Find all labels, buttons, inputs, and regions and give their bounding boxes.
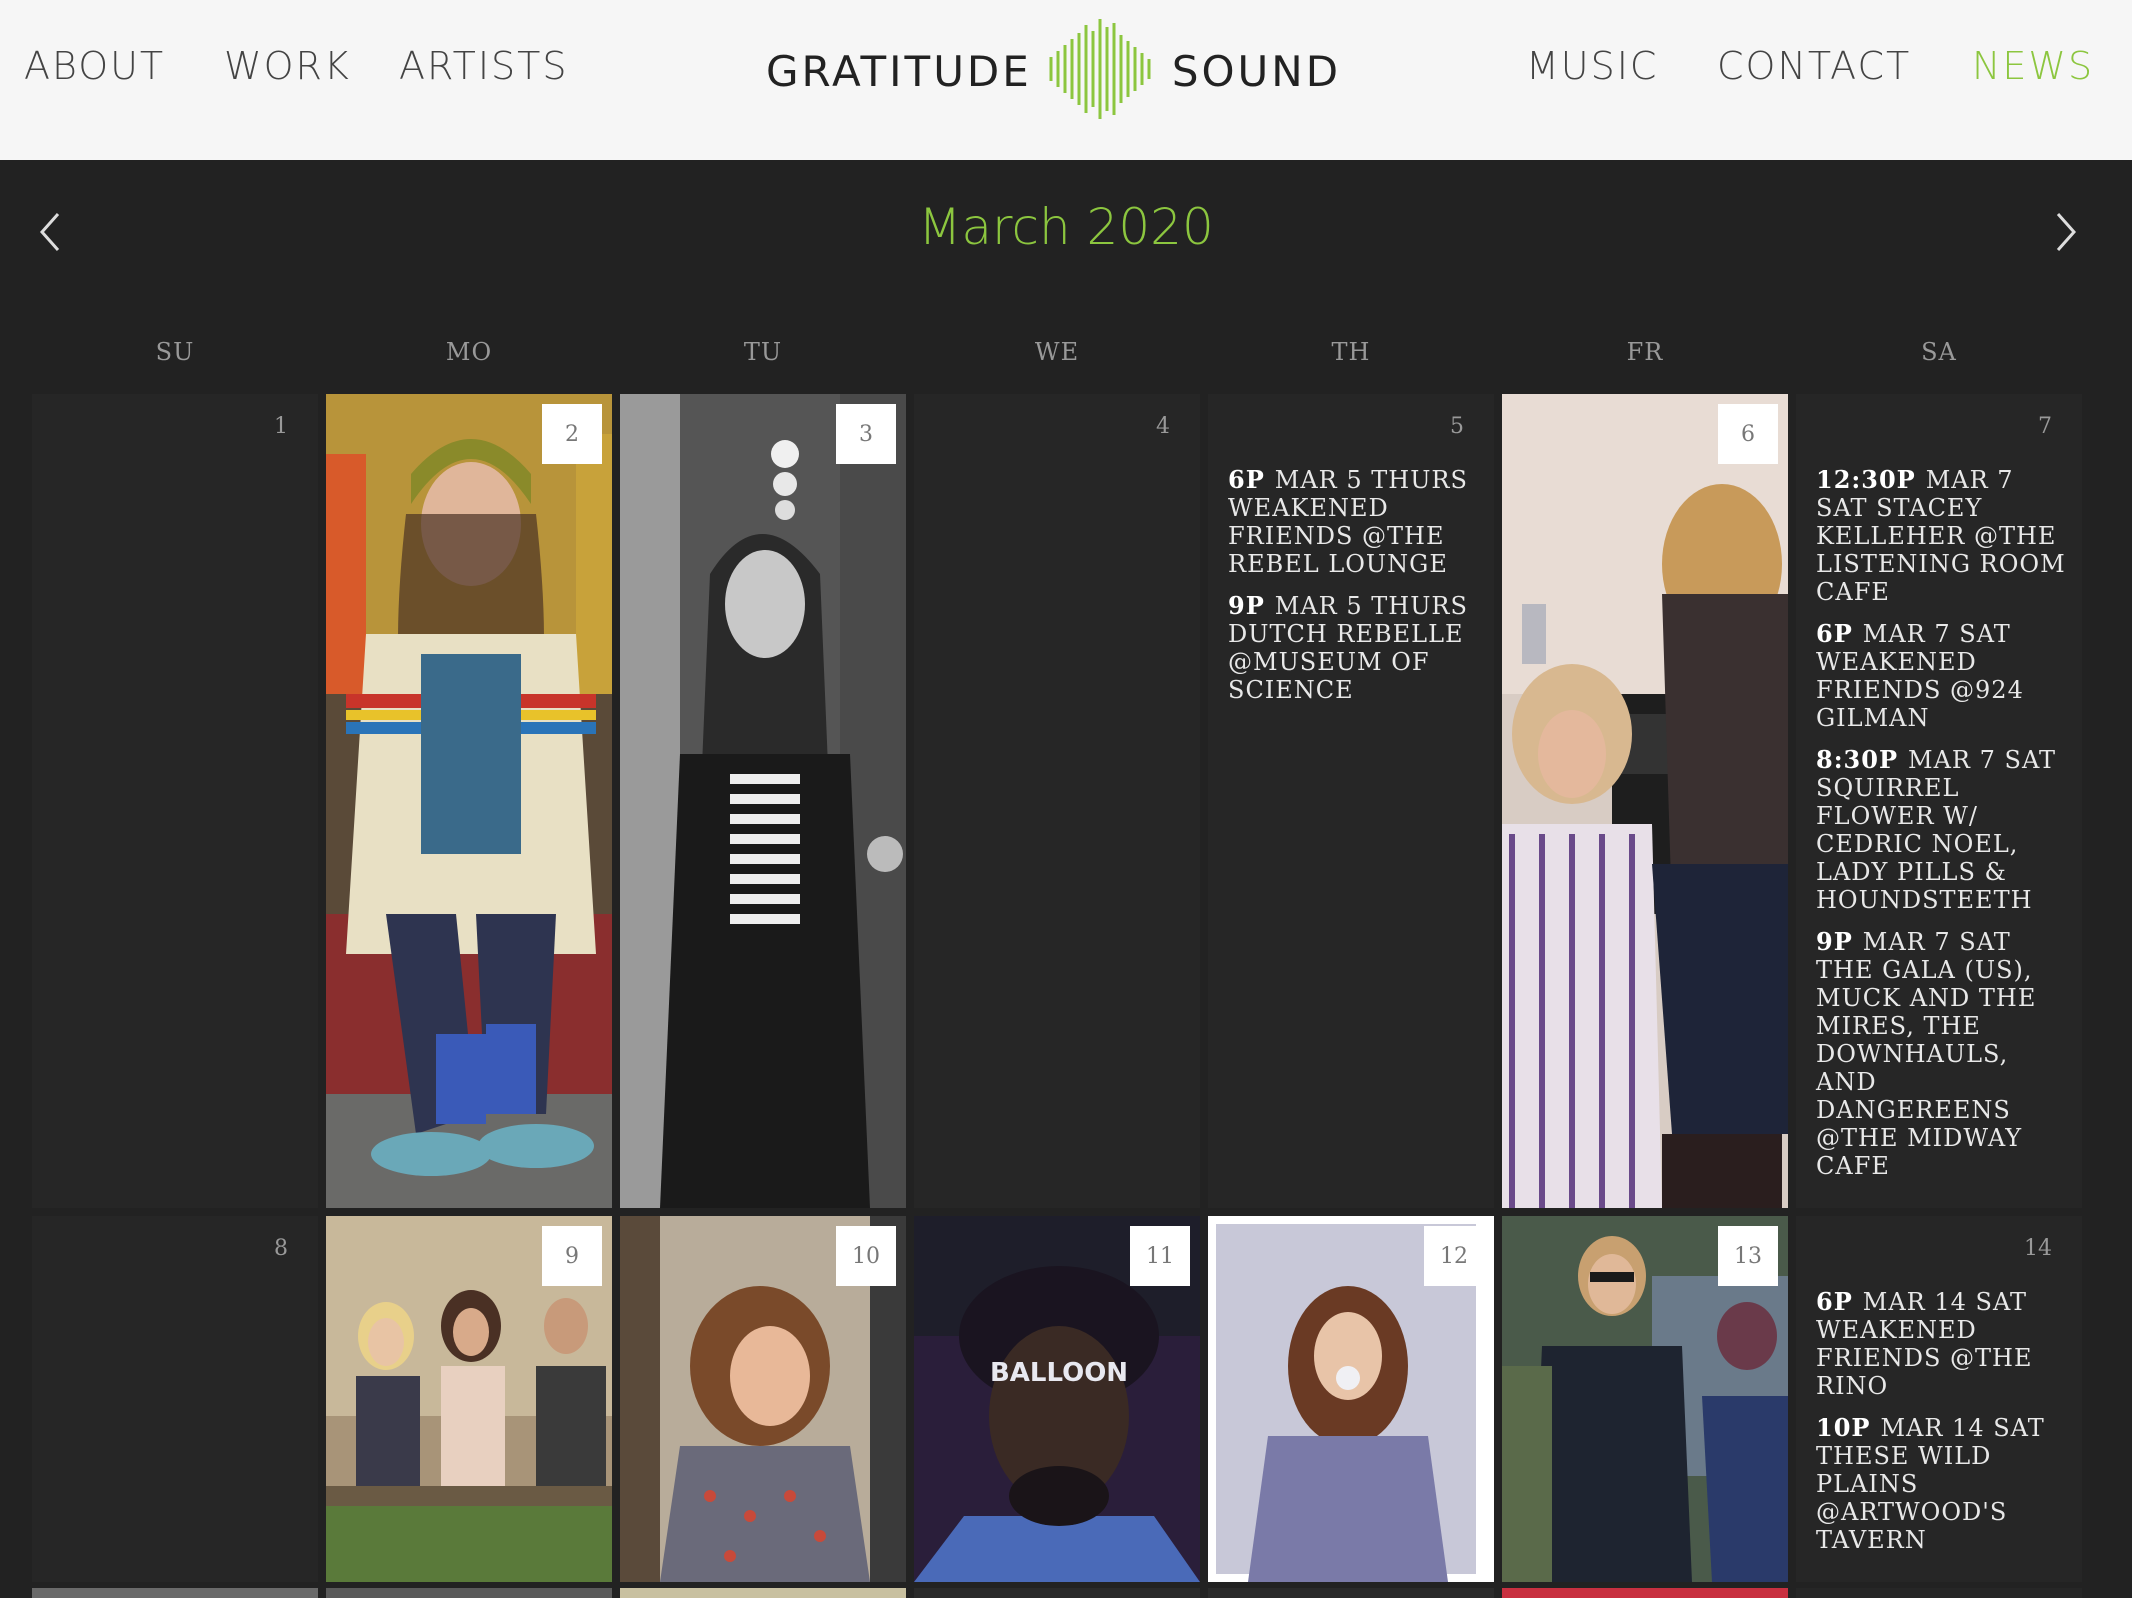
event-time: 12:30P	[1816, 465, 1916, 494]
event-time: 6P	[1816, 619, 1853, 648]
weekday-su: SU	[155, 338, 195, 366]
calendar-month-title: March 2020	[918, 198, 1214, 256]
weekday-mo: MO	[445, 338, 493, 366]
day-cell-3[interactable]: 3	[620, 394, 906, 1208]
day-number: 4	[1156, 414, 1170, 439]
day-cell-17	[620, 1588, 906, 1598]
day-number-badge: 10	[836, 1226, 896, 1286]
svg-text:BALLOON: BALLOON	[990, 1358, 1128, 1388]
day-number: 14	[2024, 1236, 2052, 1261]
day-number: 8	[274, 1236, 288, 1261]
nav-work[interactable]: WORK	[224, 44, 351, 88]
day-cell-18	[914, 1588, 1200, 1598]
day-number-badge: 2	[542, 404, 602, 464]
day-number-badge: 3	[836, 404, 896, 464]
day-cell-7: 7 12:30P MAR 7 SAT STACEY KELLEHER @THE L…	[1796, 394, 2082, 1208]
event-item[interactable]: 9P MAR 7 SAT THE GALA (US), MUCK AND THE …	[1816, 927, 2068, 1181]
weekday-sa: SA	[1921, 338, 1957, 366]
day-cell-12[interactable]: 12	[1208, 1216, 1494, 1582]
logo-word-gratitude: GRATITUDE	[766, 46, 1032, 96]
day-number-badge: 13	[1718, 1226, 1778, 1286]
site-logo[interactable]: GRATITUDE SOUND	[766, 16, 1341, 126]
day-cell-16	[326, 1588, 612, 1598]
day-number: 7	[2038, 414, 2052, 439]
day-number-badge: 9	[542, 1226, 602, 1286]
day-cell-8: 8	[32, 1216, 318, 1582]
day-cell-15	[32, 1588, 318, 1598]
artist-photo	[1502, 394, 1788, 1208]
nav-music[interactable]: MUSIC	[1526, 44, 1658, 88]
nav-about[interactable]: ABOUT	[24, 44, 165, 88]
nav-news[interactable]: NEWS	[1972, 44, 2094, 88]
day-cell-21	[1796, 1588, 2082, 1598]
event-list: 6P MAR 5 THURS WEAKENED FRIENDS @THE REBE…	[1228, 466, 1480, 718]
nav-contact[interactable]: CONTACT	[1717, 44, 1911, 88]
day-number: 1	[274, 414, 288, 439]
event-item[interactable]: 6P MAR 5 THURS WEAKENED FRIENDS @THE REBE…	[1228, 465, 1480, 579]
event-item[interactable]: 6P MAR 14 SAT WEAKENED FRIENDS @THE RINO	[1816, 1287, 2068, 1401]
day-cell-6[interactable]: 6	[1502, 394, 1788, 1208]
weekday-th: TH	[1331, 338, 1371, 366]
site-header: ABOUT WORK ARTISTS GRATITUDE SOUND MUSIC…	[0, 0, 2132, 160]
event-item[interactable]: 8:30P MAR 7 SAT SQUIRREL FLOWER W/ CEDRIC…	[1816, 745, 2068, 915]
soundwave-icon	[1048, 17, 1156, 126]
weekday-tu: TU	[743, 338, 783, 366]
artist-photo	[620, 394, 906, 1208]
event-text: MAR 7 SAT THE GALA (US), MUCK AND THE MI…	[1816, 928, 2037, 1180]
day-cell-5: 5 6P MAR 5 THURS WEAKENED FRIENDS @THE RE…	[1208, 394, 1494, 1208]
event-item[interactable]: 10P MAR 14 SAT THESE WILD PLAINS @ARTWOOD…	[1816, 1413, 2068, 1555]
artist-photo	[326, 394, 612, 1208]
day-cell-19	[1208, 1588, 1494, 1598]
day-cell-1: 1	[32, 394, 318, 1208]
day-number: 5	[1450, 414, 1464, 439]
day-cell-11[interactable]: BALLOON 11	[914, 1216, 1200, 1582]
event-list: 6P MAR 14 SAT WEAKENED FRIENDS @THE RINO …	[1816, 1288, 2068, 1568]
day-cell-9[interactable]: 9	[326, 1216, 612, 1582]
day-number-badge: 6	[1718, 404, 1778, 464]
logo-word-sound: SOUND	[1171, 46, 1342, 96]
weekday-we: WE	[1034, 338, 1080, 366]
weekday-fr: FR	[1626, 338, 1664, 366]
day-cell-14: 14 6P MAR 14 SAT WEAKENED FRIENDS @THE RI…	[1796, 1216, 2082, 1582]
event-item[interactable]: 9P MAR 5 THURS DUTCH REBELLE @MUSEUM OF S…	[1228, 591, 1480, 705]
event-item[interactable]: 12:30P MAR 7 SAT STACEY KELLEHER @THE LIS…	[1816, 465, 2068, 607]
event-list: 12:30P MAR 7 SAT STACEY KELLEHER @THE LIS…	[1816, 466, 2068, 1194]
nav-artists[interactable]: ARTISTS	[399, 44, 569, 88]
event-time: 8:30P	[1816, 745, 1899, 774]
event-item[interactable]: 6P MAR 7 SAT WEAKENED FRIENDS @924 GILMAN	[1816, 619, 2068, 733]
event-time: 6P	[1816, 1287, 1853, 1316]
event-time: 6P	[1228, 465, 1265, 494]
event-time: 9P	[1816, 927, 1853, 956]
day-cell-20	[1502, 1588, 1788, 1598]
day-cell-13[interactable]: 13	[1502, 1216, 1788, 1582]
day-cell-2[interactable]: 2	[326, 394, 612, 1208]
day-number-badge: 11	[1130, 1226, 1190, 1286]
event-time: 9P	[1228, 591, 1265, 620]
event-time: 10P	[1816, 1413, 1871, 1442]
chevron-right-icon[interactable]	[2046, 210, 2086, 254]
day-cell-4: 4	[914, 394, 1200, 1208]
day-cell-10[interactable]: 10	[620, 1216, 906, 1582]
day-number-badge: 12	[1424, 1226, 1484, 1286]
